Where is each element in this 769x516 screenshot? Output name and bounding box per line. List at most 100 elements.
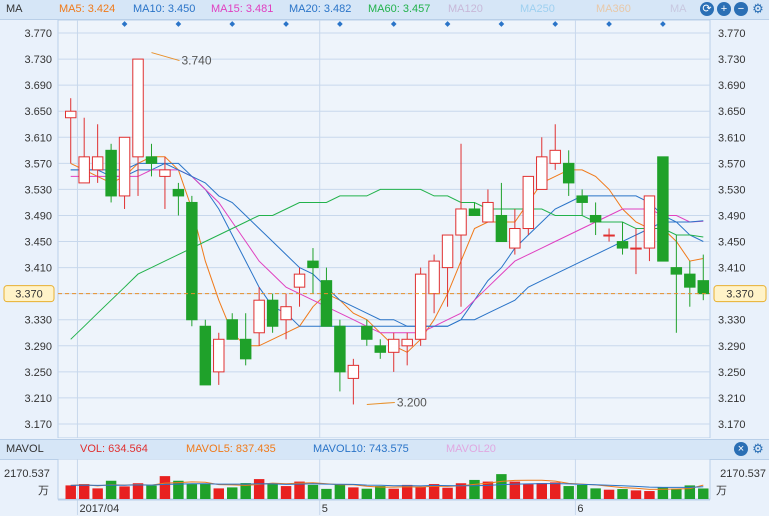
candle-body xyxy=(536,156,548,190)
volume-bar xyxy=(482,481,494,499)
y-tick-left: 3.570 xyxy=(24,158,52,170)
candle-body xyxy=(482,201,494,223)
vol-gear-icon[interactable]: ⚙ xyxy=(751,442,765,456)
legend-ma5: MA5: 3.424 xyxy=(59,3,116,15)
candle-body xyxy=(589,214,602,223)
volume-bar xyxy=(523,484,534,499)
y-tick-right: 3.570 xyxy=(718,158,746,170)
volume-bar xyxy=(146,485,157,499)
candle-body xyxy=(266,299,279,327)
y-tick-left: 3.290 xyxy=(24,341,52,353)
candle-body xyxy=(576,195,588,203)
volume-header-bar: MAVOL VOL: 634.564 MAVOL5: 837.435 MAVOL… xyxy=(0,439,769,460)
candle-body xyxy=(401,338,413,347)
volume-bar xyxy=(186,484,198,499)
candle-body xyxy=(159,169,171,177)
candle-body xyxy=(388,338,400,353)
candle-body xyxy=(549,149,561,164)
candle-body xyxy=(132,58,144,158)
volume-bar xyxy=(576,484,588,499)
candle-body xyxy=(78,156,90,184)
candle-body xyxy=(253,299,265,334)
candle-body xyxy=(145,156,158,164)
y-tick-right: 3.290 xyxy=(718,341,746,353)
volume-bar xyxy=(698,488,709,499)
y-tick-right: 3.170 xyxy=(718,419,746,431)
volume-bar xyxy=(119,486,130,499)
y-tick-right: 3.650 xyxy=(718,106,746,118)
candle-body xyxy=(562,162,575,184)
candle-body xyxy=(186,201,198,321)
candle-body xyxy=(522,175,535,230)
volume-bar xyxy=(415,486,426,499)
y-tick-right: 3.210 xyxy=(718,393,746,405)
candle-body xyxy=(239,338,252,360)
vol-tick-right: 2170.537 xyxy=(720,468,766,480)
volume-chart: 2170.537 万 2170.537 万 2017/04 5 6 xyxy=(4,459,766,515)
y-tick-right: 3.730 xyxy=(718,54,746,66)
volume-bar xyxy=(227,487,238,499)
candle-body xyxy=(320,280,333,327)
y-tick-left: 3.410 xyxy=(24,263,52,275)
vol-unit-left: 万 xyxy=(38,484,49,497)
price-chart: 3.770 3.770 3.730 3.730 3.690 3.690 3.650 3.650… xyxy=(3,20,767,438)
volume-bar xyxy=(321,488,332,499)
legend-mavol10: MAVOL10: 743.575 xyxy=(313,443,409,455)
candle-body xyxy=(91,156,104,171)
y-tick-left: 3.330 xyxy=(24,315,52,327)
candle-body xyxy=(414,273,427,340)
y-tick-left: 3.450 xyxy=(24,237,52,249)
y-tick-left: 3.650 xyxy=(24,106,52,118)
y-tick-left: 3.770 xyxy=(24,28,52,40)
legend-ma60: MA60: 3.457 xyxy=(368,3,431,15)
candle-body xyxy=(603,234,615,237)
volume-bar xyxy=(388,488,399,499)
current-price-left: 3.370 xyxy=(15,289,43,301)
y-tick-right: 3.490 xyxy=(718,210,746,222)
candle-body xyxy=(428,260,440,295)
vol-unit-right: 万 xyxy=(716,484,727,497)
annotation-high: 3.740 xyxy=(181,54,211,68)
y-tick-right: 3.410 xyxy=(718,263,746,275)
close-icon[interactable]: × xyxy=(734,442,748,456)
y-tick-right: 3.530 xyxy=(718,184,746,196)
candle-body xyxy=(495,214,508,243)
minus-icon[interactable]: − xyxy=(734,2,748,16)
y-tick-left: 3.610 xyxy=(24,132,52,144)
plus-icon[interactable]: + xyxy=(717,2,731,16)
volume-bar xyxy=(280,486,292,499)
y-tick-right: 3.610 xyxy=(718,132,746,144)
volume-bar xyxy=(496,474,507,499)
y-tick-left: 3.250 xyxy=(24,367,52,379)
candle-body xyxy=(468,208,481,216)
legend-ma360: MA360 xyxy=(596,3,631,15)
volume-bar xyxy=(469,479,480,499)
candle-body xyxy=(361,325,373,340)
volume-bar xyxy=(200,483,211,499)
y-tick-right: 3.250 xyxy=(718,367,746,379)
y-tick-right: 3.330 xyxy=(718,315,746,327)
volume-bar xyxy=(644,491,655,499)
volume-bar xyxy=(159,476,171,499)
candle-body xyxy=(280,306,292,321)
candle-body xyxy=(347,364,360,379)
legend-ma120: MA120 xyxy=(448,3,483,15)
volume-bar xyxy=(442,487,453,499)
volume-bar xyxy=(617,489,628,499)
candle-body xyxy=(374,345,386,353)
plot-area xyxy=(57,20,711,438)
volume-bar xyxy=(590,488,601,499)
volume-bar xyxy=(375,486,386,499)
refresh-icon[interactable]: ⟳ xyxy=(700,2,714,16)
gear-icon[interactable]: ⚙ xyxy=(751,2,765,16)
y-tick-right: 3.690 xyxy=(718,80,746,92)
legend-ma15: MA15: 3.481 xyxy=(211,3,274,15)
y-tick-left: 3.210 xyxy=(24,393,52,405)
candle-body xyxy=(307,260,319,269)
volume-bar xyxy=(603,489,615,499)
candle-body xyxy=(118,136,131,197)
vol-tick-left: 2170.537 xyxy=(4,468,50,480)
candle-body xyxy=(65,110,77,119)
volume-bar xyxy=(630,490,642,499)
y-tick-left: 3.690 xyxy=(24,80,52,92)
